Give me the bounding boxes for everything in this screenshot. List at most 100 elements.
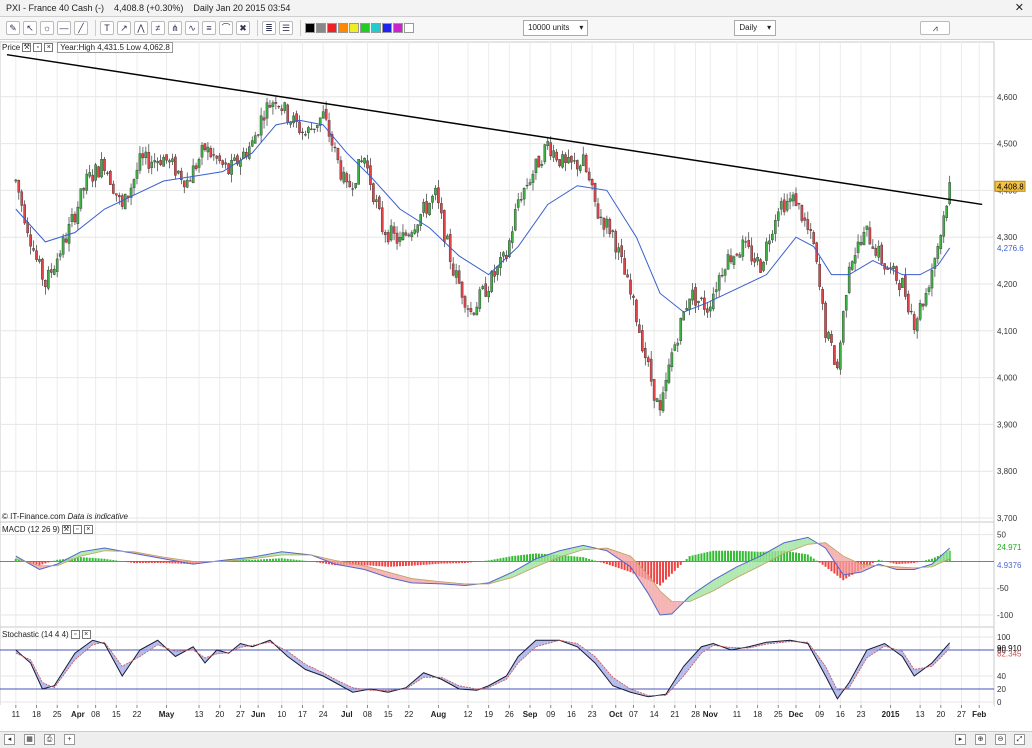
candle-body [372, 183, 375, 203]
macd-signal-fill [784, 542, 788, 554]
close-icon[interactable]: ✕ [1015, 1, 1024, 14]
candle-body [880, 244, 884, 264]
candle-body [697, 300, 700, 303]
candle-body [73, 213, 77, 223]
color-swatch-cyan[interactable] [371, 23, 381, 33]
macd-histogram-bar [904, 561, 907, 564]
cycle-tool-icon[interactable]: ⌒ [219, 21, 233, 35]
chart-style-icon[interactable]: ⩘ [920, 21, 951, 35]
macd-histogram-bar [514, 555, 517, 562]
macd-histogram-bar [404, 561, 407, 566]
channel-tool-icon[interactable]: ≠ [151, 21, 165, 35]
macd-histogram-bar [529, 554, 532, 562]
candle-body [661, 392, 665, 412]
window-icon[interactable]: ▫ [70, 630, 80, 639]
pitchfork-tool-icon[interactable]: ⋔ [168, 21, 182, 35]
candle-body [280, 108, 284, 111]
macd-tick-label: -100 [997, 611, 1014, 620]
macd-histogram-bar [567, 555, 570, 562]
candle-body [788, 198, 792, 202]
fit-icon[interactable]: ⤢ [1014, 734, 1025, 745]
candle-body [617, 247, 620, 253]
arrow-tool-icon[interactable]: ↗ [117, 21, 131, 35]
macd-histogram-bar [685, 559, 688, 562]
macd-histogram-bar [656, 561, 659, 585]
candle-body [791, 194, 795, 202]
date-tick-label: 10 [277, 710, 286, 719]
candle-body [138, 153, 142, 171]
delete-tool-icon[interactable]: ✖ [236, 21, 250, 35]
candle-body [862, 231, 866, 245]
candle-body [375, 199, 378, 202]
print-icon[interactable]: ⎙ [44, 734, 55, 745]
scroll-right-icon[interactable]: ▸ [955, 734, 966, 745]
chart-canvas[interactable]: 3,7003,8003,9004,0004,1004,2004,3004,400… [0, 40, 1032, 732]
zoom-in-icon[interactable]: ⊕ [975, 734, 986, 745]
period-select[interactable]: Daily [734, 20, 777, 36]
candle-body [573, 160, 576, 162]
candle-body [519, 199, 523, 201]
candle-body [587, 171, 591, 181]
zoom-out-magnifier-icon[interactable]: ⊖ [995, 734, 1006, 745]
color-swatch-white[interactable] [404, 23, 414, 33]
candle-body [723, 269, 727, 276]
macd-histogram-bar [242, 559, 245, 562]
zoom-out-icon[interactable]: ◂ [4, 734, 15, 745]
color-swatch-blue[interactable] [382, 23, 392, 33]
macd-histogram-bar [100, 558, 103, 562]
wave-tool-icon[interactable]: ∿ [185, 21, 199, 35]
color-swatch-red[interactable] [327, 23, 337, 33]
fan-tool-icon[interactable]: ⋀ [134, 21, 148, 35]
candle-body [744, 241, 748, 243]
horizontal-line-icon[interactable]: — [57, 21, 71, 35]
line-width-icon[interactable]: ☰ [279, 21, 293, 35]
color-swatch-black[interactable] [305, 23, 315, 33]
trendline-icon[interactable]: ╱ [74, 21, 88, 35]
candle-body [717, 275, 721, 291]
window-icon[interactable]: ▫ [72, 525, 82, 534]
candle-body [800, 205, 804, 221]
cursor-icon[interactable]: ↖ [23, 21, 37, 35]
color-swatch-magenta[interactable] [393, 23, 403, 33]
macd-pane: 50 -50 -100 24.971 4.9376 [0, 521, 1022, 628]
color-swatch-gray[interactable] [316, 23, 326, 33]
grid-icon[interactable]: ▦ [24, 734, 35, 745]
close-pane-icon[interactable]: × [83, 525, 93, 534]
candle-body [162, 156, 165, 167]
macd-histogram-bar [664, 561, 667, 580]
window-icon[interactable]: ▫ [33, 43, 43, 52]
alert-icon[interactable]: ☼ [40, 21, 54, 35]
units-select[interactable]: 10000 units [523, 20, 589, 36]
crosshair-icon[interactable]: + [64, 734, 75, 745]
wrench-icon[interactable]: ⚒ [61, 525, 71, 534]
close-pane-icon[interactable]: × [44, 43, 54, 52]
macd-histogram-bar [363, 561, 366, 566]
macd-histogram-bar [930, 558, 933, 562]
candle-body [924, 293, 928, 306]
candle-body [853, 255, 857, 264]
macd-histogram-bar [266, 559, 269, 562]
ruler-icon[interactable]: ✎ [6, 21, 20, 35]
date-tick-label: Jul [341, 710, 353, 719]
pane-frame [0, 626, 995, 707]
close-pane-icon[interactable]: × [81, 630, 91, 639]
candle-body [694, 287, 697, 306]
price-tick-label: 4,100 [997, 327, 1018, 336]
macd-histogram-bar [260, 559, 263, 562]
candle-body [711, 293, 715, 310]
candle-body [850, 261, 854, 270]
macd-histogram-bar [366, 561, 369, 566]
line-style-icon[interactable]: ≣ [262, 21, 276, 35]
wrench-icon[interactable]: ⚒ [22, 43, 32, 52]
fib-tool-icon[interactable]: ≡ [202, 21, 216, 35]
macd-histogram-bar [103, 558, 106, 562]
price-tick-label: 4,200 [997, 280, 1018, 289]
color-swatch-green[interactable] [360, 23, 370, 33]
text-tool-icon[interactable]: T [100, 21, 114, 35]
candle-body [859, 242, 863, 245]
color-swatch-yellow[interactable] [349, 23, 359, 33]
candle-body [555, 151, 558, 161]
color-swatch-orange[interactable] [338, 23, 348, 33]
candle-body [197, 159, 201, 168]
candle-body [132, 179, 136, 189]
